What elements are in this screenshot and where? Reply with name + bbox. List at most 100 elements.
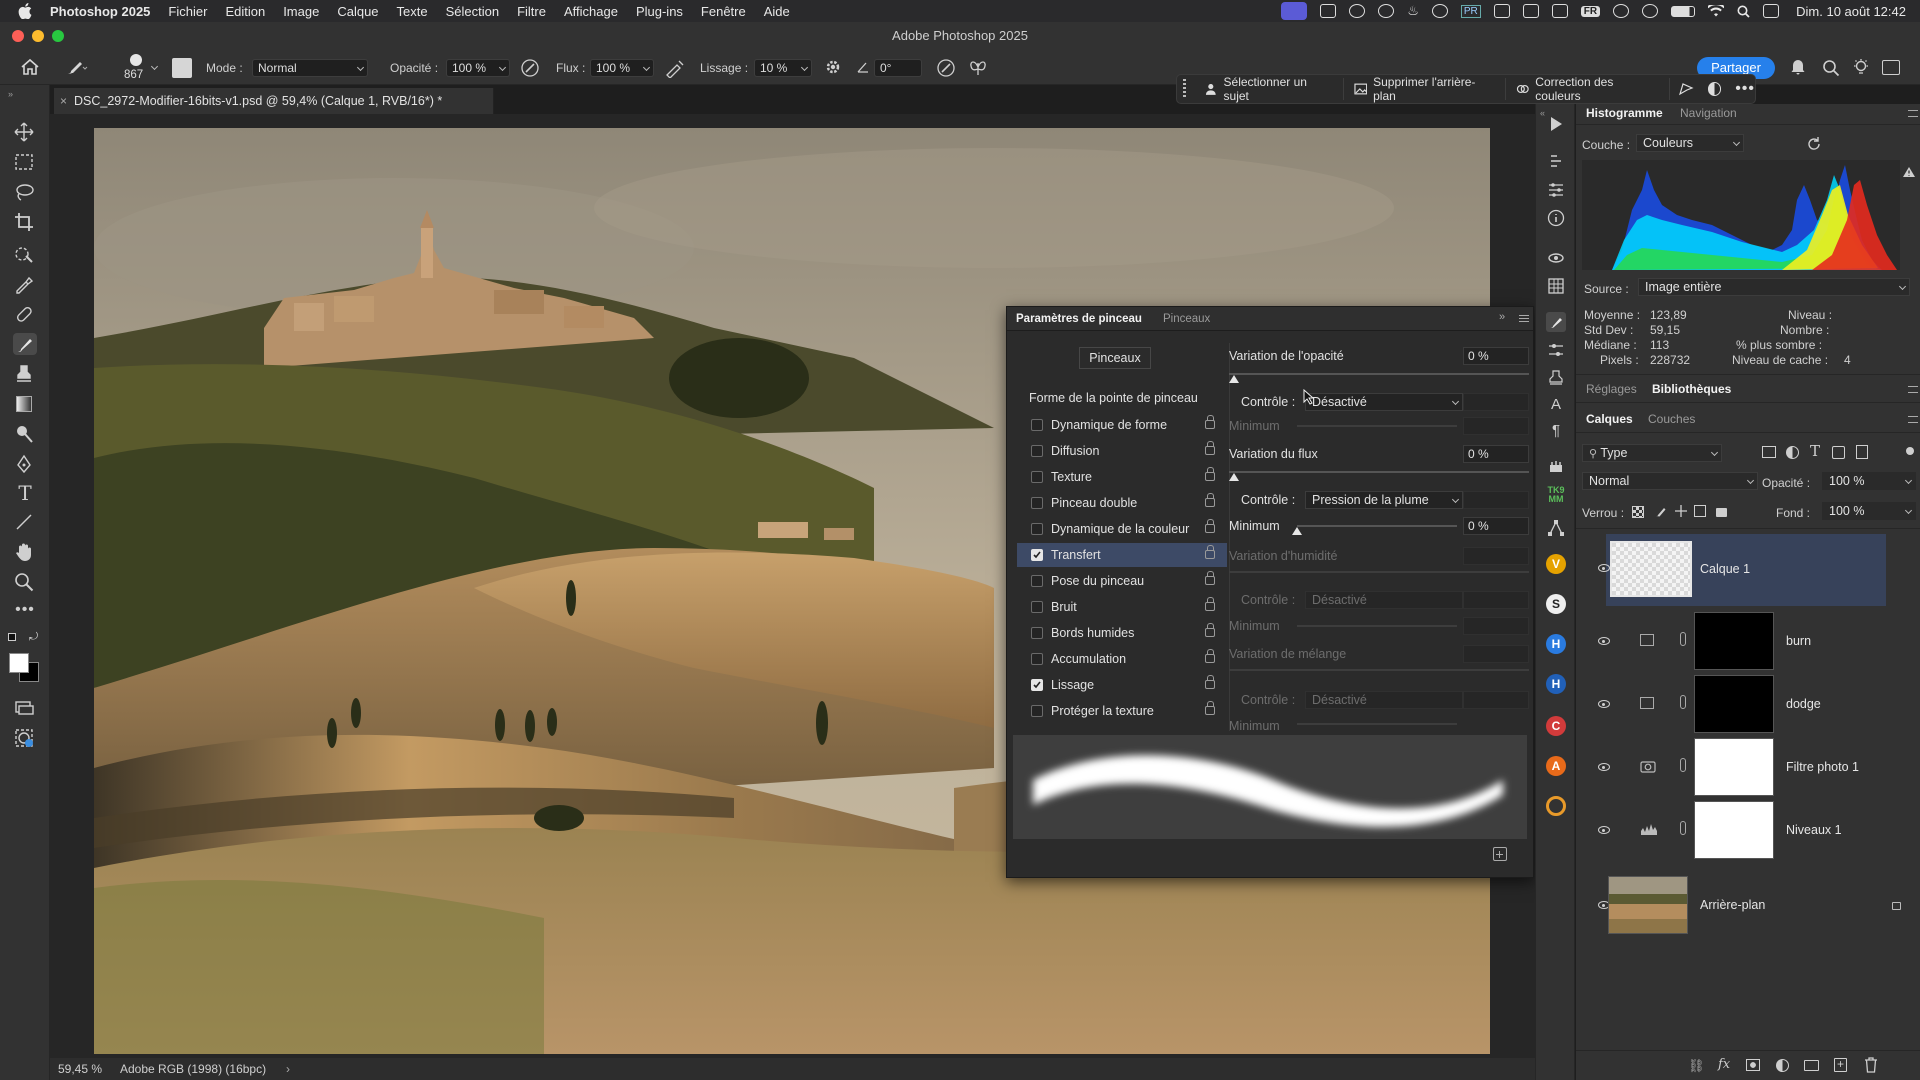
control-center-icon[interactable] (1763, 4, 1780, 18)
slider-thumb[interactable] (1229, 473, 1239, 481)
filter-shape-layers-icon[interactable] (1832, 446, 1845, 459)
foreground-color-swatch[interactable] (9, 653, 29, 673)
window-icon[interactable] (1551, 4, 1568, 18)
option-noise[interactable]: Bruit (1027, 595, 1227, 619)
adjustment-circle-icon[interactable] (1707, 82, 1722, 96)
layer-row-photo-filter[interactable]: Filtre photo 1 (1598, 738, 1920, 798)
brush-settings-toggle-icon[interactable] (172, 58, 192, 78)
select-subject-button[interactable]: Sélectionner un sujet (1194, 75, 1343, 103)
layer-name[interactable]: burn (1786, 634, 1811, 648)
app-menu[interactable]: Photoshop 2025 (41, 4, 159, 19)
option-transfer[interactable]: Transfert (1017, 543, 1227, 567)
angle-input[interactable]: 0° (874, 59, 922, 77)
menu-affichage[interactable]: Affichage (555, 4, 627, 19)
new-group-folder-icon[interactable] (1804, 1060, 1819, 1071)
opacity-jitter-slider[interactable] (1229, 373, 1529, 375)
source-select[interactable]: Image entière (1638, 278, 1910, 296)
checkbox[interactable] (1031, 523, 1043, 535)
checkbox[interactable] (1031, 705, 1043, 717)
layer-mask-thumbnail[interactable] (1694, 675, 1774, 733)
hand-tool-icon[interactable] (13, 541, 37, 563)
status-expand-chevron-icon[interactable]: › (286, 1058, 290, 1080)
play-actions-icon[interactable] (1546, 114, 1566, 134)
filter-pixel-layers-icon[interactable] (1762, 446, 1776, 458)
option-color-dynamics[interactable]: Dynamique de la couleur (1027, 517, 1227, 541)
home-icon[interactable] (20, 58, 40, 76)
eyedropper-tool-icon[interactable] (13, 273, 37, 295)
option-shape-dynamics[interactable]: Dynamique de forme (1027, 413, 1227, 437)
lock-icon[interactable] (1205, 519, 1215, 533)
bell-icon[interactable] (1790, 57, 1806, 75)
swap-colors-icon[interactable]: ⤾ (29, 631, 38, 644)
opacity-jitter-input[interactable]: 0 % (1463, 347, 1529, 365)
v-plugin-icon[interactable]: V (1546, 554, 1566, 574)
lock-icon[interactable] (1205, 649, 1215, 663)
premiere-icon[interactable]: PR (1460, 4, 1481, 18)
lock-icon[interactable] (1205, 623, 1215, 637)
menu-texte[interactable]: Texte (388, 4, 437, 19)
layer-row-burn[interactable]: burn (1598, 612, 1920, 672)
more-tools-icon[interactable]: ••• (13, 601, 37, 623)
option-brush-pose[interactable]: Pose du pinceau (1027, 569, 1227, 593)
color-correction-button[interactable]: Correction des couleurs (1504, 75, 1669, 103)
brush-tool-preset-icon[interactable] (64, 59, 88, 77)
slider-thumb[interactable] (1229, 375, 1239, 383)
layer-filter-select[interactable]: ⚲ Type (1582, 444, 1722, 462)
checkbox[interactable] (1031, 471, 1043, 483)
layer-mask-thumbnail[interactable] (1694, 738, 1774, 796)
menu-aide[interactable]: Aide (755, 4, 799, 19)
more-options-icon[interactable]: ••• (1735, 80, 1755, 98)
pressure-opacity-icon[interactable] (520, 58, 540, 78)
lasso-select-icon[interactable] (1668, 78, 1702, 100)
lock-pixels-brush-icon[interactable] (1654, 504, 1668, 518)
airbrush-icon[interactable] (664, 58, 686, 78)
checkbox[interactable] (1031, 497, 1043, 509)
link-layers-icon[interactable]: ⛓ (1688, 1058, 1705, 1074)
object-selection-tool-icon[interactable] (13, 243, 37, 265)
clipboard-icon[interactable] (1522, 4, 1539, 18)
tab-histogram[interactable]: Histogramme (1586, 106, 1663, 120)
path-selection-tool-icon[interactable] (13, 511, 37, 533)
tab-adjustments[interactable]: Réglages (1586, 382, 1637, 396)
zoom-tool-icon[interactable] (13, 571, 37, 593)
tab-navigation[interactable]: Navigation (1680, 106, 1737, 120)
input-language[interactable]: FR (1580, 5, 1601, 17)
panel-menu-icon[interactable] (1908, 416, 1918, 423)
zoom-window-button[interactable] (52, 30, 64, 42)
spiral-plugin-icon[interactable] (1546, 796, 1566, 816)
filter-adjustment-layers-icon[interactable] (1786, 446, 1799, 459)
tk9-plugin-icon[interactable]: TK9 MM (1546, 486, 1566, 506)
layer-lock-icon[interactable] (1892, 902, 1901, 910)
filter-type-layers-icon[interactable]: T (1810, 442, 1820, 460)
clone-source-icon[interactable] (1546, 368, 1566, 388)
wifi-icon[interactable] (1708, 5, 1725, 17)
gradient-tool-icon[interactable] (13, 393, 37, 415)
filter-smart-objects-icon[interactable] (1856, 445, 1868, 459)
delete-layer-trash-icon[interactable] (1864, 1057, 1878, 1073)
adjustments-sliders-icon[interactable] (1546, 180, 1566, 200)
lock-transparency-icon[interactable] (1632, 506, 1644, 518)
tab-libraries[interactable]: Bibliothèques (1652, 382, 1731, 396)
layer-thumbnail[interactable] (1610, 541, 1692, 597)
brush-tip-shape-item[interactable]: Forme de la pointe de pinceau (1029, 391, 1198, 405)
lock-all-icon[interactable] (1716, 508, 1727, 517)
opacity-input[interactable]: 100 % (446, 59, 510, 77)
checkbox[interactable] (1031, 627, 1043, 639)
control-select[interactable]: Désactivé (1305, 393, 1463, 411)
lock-icon[interactable] (1205, 701, 1215, 715)
checkbox[interactable] (1031, 653, 1043, 665)
layer-opacity-input[interactable]: 100 % (1822, 472, 1916, 490)
layer-name[interactable]: Calque 1 (1700, 562, 1750, 576)
layer-fill-input[interactable]: 100 % (1822, 502, 1916, 520)
layer-row-levels[interactable]: Niveaux 1 (1598, 801, 1920, 861)
minimum-slider[interactable] (1297, 525, 1457, 527)
checkbox[interactable] (1031, 575, 1043, 587)
menu-calque[interactable]: Calque (328, 4, 387, 19)
visibility-eye-icon[interactable] (1598, 564, 1610, 572)
checkbox[interactable] (1031, 419, 1043, 431)
lock-icon[interactable] (1205, 441, 1215, 455)
spotlight-search-icon[interactable] (1737, 5, 1750, 18)
close-tab-icon[interactable]: × (60, 88, 67, 114)
panel-menu-icon[interactable] (1908, 386, 1918, 393)
menubar-clock[interactable]: Dim. 10 août 12:42 (1792, 4, 1906, 19)
